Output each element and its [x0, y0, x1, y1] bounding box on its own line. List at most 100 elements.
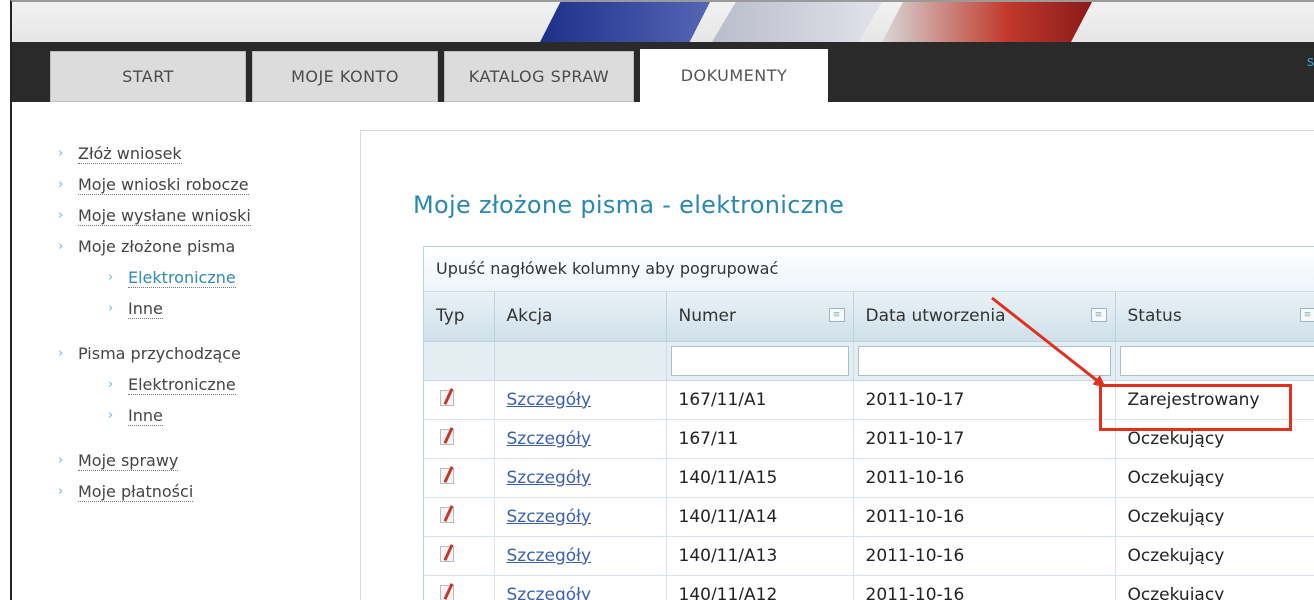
- action-cell: Szczegóły: [494, 380, 667, 420]
- column-header-label: Akcja: [506, 306, 553, 327]
- details-link[interactable]: Szczegóły: [507, 429, 592, 449]
- column-header-status[interactable]: Status ≡: [1115, 292, 1314, 342]
- type-cell: [424, 536, 495, 576]
- sidebar-item-label: Moje wysłane wnioski: [78, 206, 251, 227]
- table-row: Szczegóły 140/11/A12 2011-10-16 Oczekują…: [424, 575, 1314, 600]
- column-header-akcja[interactable]: Akcja: [494, 292, 667, 342]
- sidebar-item-label: Elektroniczne: [128, 375, 236, 396]
- chevron-right-icon: ›: [58, 346, 64, 361]
- chevron-right-icon: ›: [58, 146, 64, 161]
- banner-flag-red-stripe: [882, 2, 1092, 42]
- nav-right-link[interactable]: s: [1307, 54, 1314, 70]
- sidebar-item-pisma-przychodzace[interactable]: › Pisma przychodzące: [58, 338, 318, 369]
- page-title: Moje złożone pisma - elektroniczne: [413, 191, 845, 219]
- filter-input-status[interactable]: [1119, 345, 1314, 376]
- details-link[interactable]: Szczegóły: [507, 390, 592, 410]
- column-header-data-utworzenia[interactable]: Data utworzenia ≡: [853, 292, 1116, 342]
- details-link[interactable]: Szczegóły: [507, 507, 592, 527]
- sidebar-item-label: Pisma przychodzące: [78, 344, 241, 363]
- number-cell: 140/11/A12: [666, 575, 854, 600]
- sidebar-item-moje-wyslane-wnioski[interactable]: › Moje wysłane wnioski: [58, 200, 318, 231]
- chevron-right-icon: ›: [108, 270, 114, 285]
- group-by-drop-zone[interactable]: Upuść nagłówek kolumny aby pogrupować: [424, 247, 1314, 292]
- edit-document-icon: [440, 583, 456, 600]
- filter-cell: [1115, 341, 1314, 381]
- column-menu-icon[interactable]: ≡: [828, 308, 845, 322]
- main-navigation: START MOJE KONTO KATALOG SPRAW DOKUMENTY…: [12, 42, 1314, 102]
- column-header-label: Numer: [678, 306, 737, 327]
- filter-cell: [424, 341, 495, 381]
- column-header-label: Typ: [436, 306, 465, 327]
- number-cell: 140/11/A13: [666, 536, 854, 576]
- action-cell: Szczegóły: [494, 536, 667, 576]
- edit-document-icon: [440, 466, 456, 484]
- edit-document-icon: [440, 427, 456, 445]
- date-cell: 2011-10-17: [853, 419, 1116, 459]
- banner-flag-blue-stripe: [540, 2, 710, 42]
- chevron-right-icon: ›: [58, 484, 64, 499]
- details-link[interactable]: Szczegóły: [507, 585, 592, 600]
- sidebar-item-moje-sprawy[interactable]: › Moje sprawy: [58, 445, 318, 476]
- table-row: Szczegóły 140/11/A15 2011-10-16 Oczekują…: [424, 458, 1314, 498]
- type-cell: [424, 380, 495, 420]
- column-menu-icon[interactable]: ≡: [1090, 308, 1107, 322]
- table-header-row: Typ Akcja Numer ≡ Data utworzenia ≡ Status…: [424, 292, 1314, 342]
- sidebar-item-label: Złóż wniosek: [78, 144, 182, 165]
- details-link[interactable]: Szczegóły: [507, 546, 592, 566]
- action-cell: Szczegóły: [494, 575, 667, 600]
- chevron-right-icon: ›: [108, 408, 114, 423]
- type-cell: [424, 419, 495, 459]
- browser-frame: START MOJE KONTO KATALOG SPRAW DOKUMENTY…: [10, 0, 1314, 600]
- sidebar-subitem-przychodzace-inne[interactable]: › Inne: [58, 400, 318, 431]
- filter-input-data-utworzenia[interactable]: [857, 345, 1111, 376]
- chevron-right-icon: ›: [58, 453, 64, 468]
- action-cell: Szczegóły: [494, 419, 667, 459]
- column-header-label: Data utworzenia: [865, 306, 1006, 327]
- date-cell: 2011-10-16: [853, 575, 1116, 600]
- chevron-right-icon: ›: [108, 301, 114, 316]
- filter-row: [424, 341, 1314, 381]
- sidebar-item-label: Elektroniczne: [128, 268, 236, 289]
- column-header-typ[interactable]: Typ: [424, 292, 495, 342]
- number-cell: 140/11/A15: [666, 458, 854, 498]
- action-cell: Szczegóły: [494, 458, 667, 498]
- details-link[interactable]: Szczegóły: [507, 468, 592, 488]
- filter-cell: [853, 341, 1116, 381]
- column-header-numer[interactable]: Numer ≡: [666, 292, 854, 342]
- status-cell: Oczekujący: [1115, 575, 1314, 600]
- tab-dokumenty[interactable]: DOKUMENTY: [640, 49, 828, 102]
- edit-document-icon: [440, 544, 456, 562]
- edit-document-icon: [440, 388, 456, 406]
- filter-cell: [494, 341, 667, 381]
- header-banner: [12, 2, 1314, 42]
- documents-table: Typ Akcja Numer ≡ Data utworzenia ≡ Status…: [424, 292, 1314, 600]
- status-cell: Oczekujący: [1115, 497, 1314, 537]
- column-menu-icon[interactable]: ≡: [1299, 308, 1314, 322]
- number-cell: 167/11/A1: [666, 380, 854, 420]
- filter-input-numer[interactable]: [670, 345, 849, 376]
- sidebar-item-zloz-wniosek[interactable]: › Złóż wniosek: [58, 138, 318, 169]
- type-cell: [424, 497, 495, 537]
- action-cell: Szczegóły: [494, 497, 667, 537]
- tab-moje-konto[interactable]: MOJE KONTO: [252, 51, 438, 102]
- sidebar-item-label: Moje płatności: [78, 482, 194, 503]
- status-cell: Oczekujący: [1115, 536, 1314, 576]
- tab-katalog-spraw[interactable]: KATALOG SPRAW: [444, 51, 634, 102]
- sidebar-item-moje-wnioski-robocze[interactable]: › Moje wnioski robocze: [58, 169, 318, 200]
- date-cell: 2011-10-16: [853, 458, 1116, 498]
- sidebar-subitem-inne[interactable]: › Inne: [58, 293, 318, 324]
- column-header-label: Status: [1127, 306, 1182, 327]
- sidebar-item-moje-zlozone-pisma[interactable]: › Moje złożone pisma: [58, 231, 318, 262]
- tab-start[interactable]: START: [50, 51, 246, 102]
- chevron-right-icon: ›: [58, 177, 64, 192]
- sidebar-subitem-elektroniczne[interactable]: › Elektroniczne: [58, 262, 318, 293]
- chevron-right-icon: ›: [58, 208, 64, 223]
- filter-cell: [666, 341, 854, 381]
- sidebar-item-label: Moje złożone pisma: [78, 237, 236, 256]
- status-cell: Oczekujący: [1115, 458, 1314, 498]
- table-row: Szczegóły 140/11/A14 2011-10-16 Oczekują…: [424, 497, 1314, 537]
- sidebar-item-moje-platnosci[interactable]: › Moje płatności: [58, 476, 318, 507]
- sidebar-subitem-przychodzace-elektroniczne[interactable]: › Elektroniczne: [58, 369, 318, 400]
- sidebar-item-label: Moje wnioski robocze: [78, 175, 249, 196]
